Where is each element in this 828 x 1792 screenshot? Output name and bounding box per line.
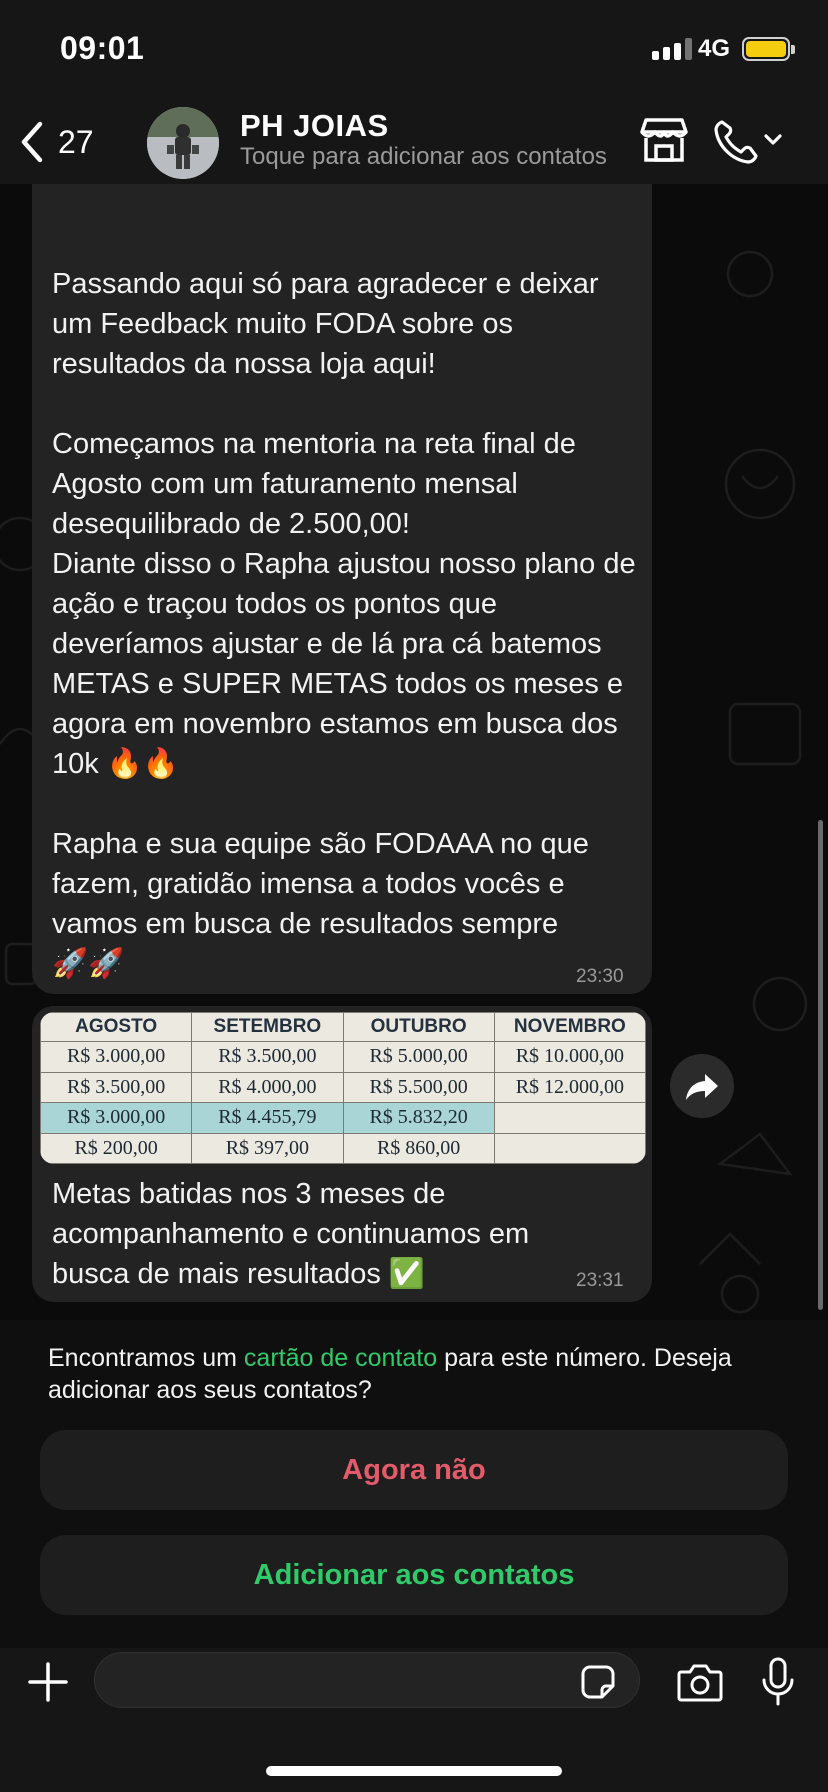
status-time: 09:01 bbox=[60, 30, 145, 66]
catalog-button[interactable] bbox=[636, 114, 692, 168]
add-to-contacts-button[interactable]: Adicionar aos contatos bbox=[40, 1535, 788, 1615]
microphone-button[interactable] bbox=[760, 1656, 796, 1708]
column-header: SETEMBRO bbox=[191, 1012, 344, 1043]
battery-icon bbox=[742, 37, 790, 61]
table-cell: R$ 5.832,20 bbox=[342, 1102, 495, 1134]
message-bubble[interactable]: Passando aqui só para agradecer e deixar… bbox=[32, 184, 652, 994]
table-cell: R$ 397,00 bbox=[191, 1132, 344, 1164]
table-cell: R$ 860,00 bbox=[342, 1132, 495, 1164]
sticker-icon bbox=[581, 1665, 615, 1699]
battery-tip bbox=[791, 45, 795, 54]
table-cell: R$ 3.000,00 bbox=[40, 1041, 193, 1073]
network-type: 4G bbox=[698, 35, 731, 62]
chat-header bbox=[0, 100, 828, 184]
chevron-down-icon bbox=[764, 134, 782, 145]
plus-icon bbox=[28, 1662, 68, 1702]
home-indicator[interactable] bbox=[266, 1766, 562, 1776]
microphone-icon bbox=[762, 1657, 794, 1706]
avatar[interactable] bbox=[147, 107, 219, 179]
store-icon bbox=[640, 118, 688, 162]
image-caption: Metas batidas nos 3 meses de acompanhame… bbox=[52, 1178, 538, 1290]
contact-name[interactable]: PH JOIAS bbox=[240, 108, 389, 144]
table-cell: R$ 3.500,00 bbox=[191, 1041, 344, 1073]
contact-subtitle[interactable]: Toque para adicionar aos contatos bbox=[240, 143, 622, 171]
prompt-text: Encontramos um bbox=[48, 1344, 244, 1372]
spreadsheet-image[interactable]: AGOSTO SETEMBRO OUTUBRO NOVEMBRO R$ 3.00… bbox=[40, 1012, 646, 1164]
table-header-row: AGOSTO SETEMBRO OUTUBRO NOVEMBRO bbox=[40, 1012, 646, 1043]
table-row: R$ 3.000,00 R$ 3.500,00 R$ 5.000,00 R$ 1… bbox=[40, 1041, 646, 1073]
chevron-left-icon bbox=[21, 121, 43, 163]
table-cell: R$ 3.500,00 bbox=[40, 1071, 193, 1104]
signal-icon bbox=[652, 38, 692, 60]
table-row: R$ 3.500,00 R$ 4.000,00 R$ 5.500,00 R$ 1… bbox=[40, 1071, 646, 1104]
goals-table: AGOSTO SETEMBRO OUTUBRO NOVEMBRO R$ 3.00… bbox=[40, 1012, 646, 1164]
table-cell: R$ 12.000,00 bbox=[493, 1071, 646, 1104]
back-button[interactable]: 27 bbox=[18, 118, 94, 166]
call-button[interactable] bbox=[710, 114, 784, 168]
unread-count: 27 bbox=[58, 123, 94, 160]
table-cell bbox=[493, 1102, 646, 1134]
forward-button[interactable] bbox=[670, 1054, 734, 1118]
column-header: OUTUBRO bbox=[342, 1012, 495, 1043]
table-row: R$ 3.000,00 R$ 4.455,79 R$ 5.832,20 bbox=[40, 1102, 646, 1134]
sticker-button[interactable] bbox=[580, 1664, 616, 1700]
phone-icon bbox=[714, 120, 782, 164]
column-header: NOVEMBRO bbox=[493, 1012, 646, 1043]
attach-button[interactable] bbox=[26, 1660, 70, 1704]
message-time: 23:30 bbox=[576, 966, 624, 987]
message-time: 23:31 bbox=[576, 1270, 624, 1291]
message-input[interactable] bbox=[94, 1652, 640, 1708]
column-header: AGOSTO bbox=[40, 1012, 193, 1043]
forward-icon bbox=[686, 1074, 718, 1100]
table-cell: R$ 200,00 bbox=[40, 1132, 193, 1164]
camera-icon bbox=[677, 1664, 723, 1702]
table-row: R$ 200,00 R$ 397,00 R$ 860,00 bbox=[40, 1132, 646, 1164]
table-cell bbox=[493, 1132, 646, 1164]
contact-card-prompt: Encontramos um cartão de contato para es… bbox=[48, 1342, 788, 1406]
table-cell: R$ 10.000,00 bbox=[493, 1041, 646, 1073]
message-text: Passando aqui só para agradecer e deixar… bbox=[52, 268, 636, 980]
camera-button[interactable] bbox=[676, 1660, 724, 1704]
table-cell: R$ 5.000,00 bbox=[342, 1041, 495, 1073]
not-now-button[interactable]: Agora não bbox=[40, 1430, 788, 1510]
table-cell: R$ 4.455,79 bbox=[191, 1102, 344, 1134]
table-cell: R$ 4.000,00 bbox=[191, 1071, 344, 1104]
table-cell: R$ 5.500,00 bbox=[342, 1071, 495, 1104]
table-cell: R$ 3.000,00 bbox=[40, 1102, 193, 1134]
contact-card-link[interactable]: cartão de contato bbox=[244, 1344, 437, 1372]
chat-scrollbar[interactable] bbox=[818, 820, 823, 1310]
